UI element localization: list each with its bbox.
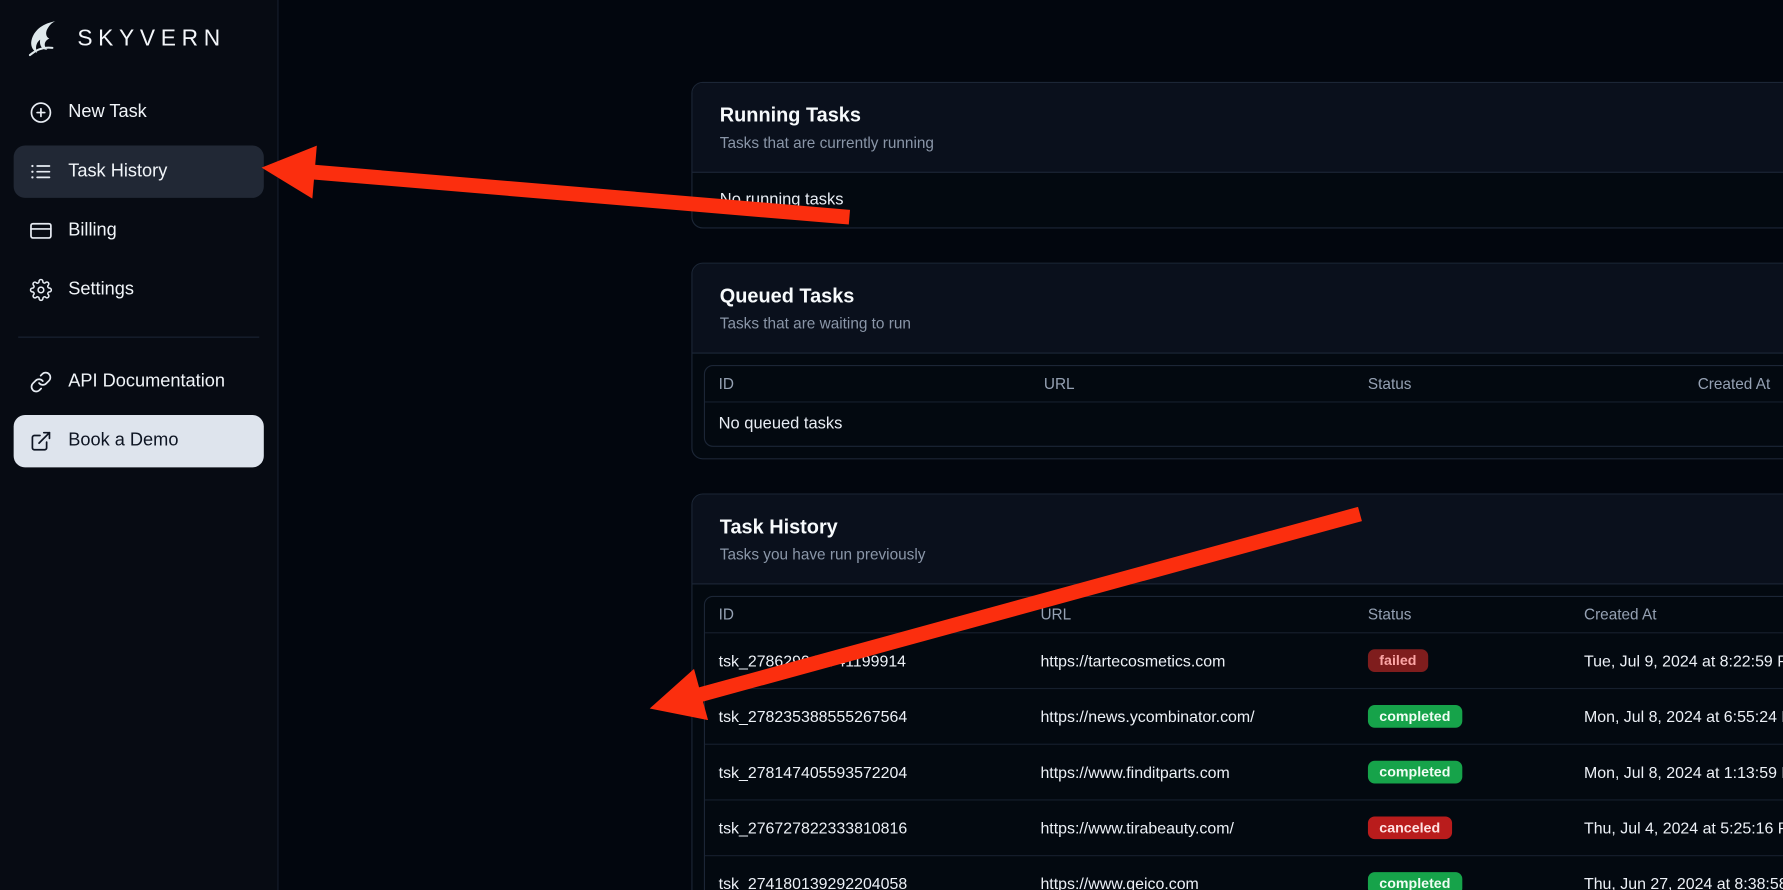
table-row[interactable]: tsk_278147405593572204 https://www.findi… <box>705 744 1783 800</box>
task-id: tsk_274180139292204058 <box>705 859 1027 890</box>
external-link-icon <box>30 430 53 453</box>
table-row[interactable]: tsk_276727822333810816 https://www.tirab… <box>705 799 1783 855</box>
task-history-table: ID URL Status Created At tsk_27862904374… <box>704 596 1783 890</box>
column-header-created-at: Created At <box>1684 366 1783 401</box>
task-url: https://news.ycombinator.com/ <box>1027 691 1354 741</box>
queued-tasks-empty-message: No queued tasks <box>705 401 1783 445</box>
table-row[interactable]: tsk_278629043741199914 https://tartecosm… <box>705 632 1783 688</box>
task-id: tsk_276727822333810816 <box>705 803 1027 853</box>
sidebar-divider <box>18 337 259 338</box>
sidebar-item-label: Task History <box>68 161 167 181</box>
sidebar-item-label: Book a Demo <box>68 431 178 451</box>
main-content: Star 5,434 R S Running Tasks Tasks that … <box>279 0 1783 890</box>
cards-container: Running Tasks Tasks that are currently r… <box>691 82 1783 890</box>
table-header-row: ID URL Status Created At <box>705 366 1783 401</box>
skyvern-app: SKYVERN New Task Task History Bi <box>0 0 1783 890</box>
sidebar-item-task-history[interactable]: Task History <box>14 146 264 198</box>
card-subtitle: Tasks that are currently running <box>720 134 1783 151</box>
sidebar: SKYVERN New Task Task History Bi <box>0 0 279 890</box>
sidebar-item-api-documentation[interactable]: API Documentation <box>14 356 264 408</box>
primary-nav: New Task Task History Billing <box>14 86 264 323</box>
task-created-at: Tue, Jul 9, 2024 at 8:22:59 PM <box>1570 636 1783 686</box>
table-row[interactable]: tsk_278235388555267564 https://news.ycom… <box>705 688 1783 744</box>
task-history-card: Task History Tasks you have run previous… <box>691 494 1783 890</box>
queued-tasks-card: Queued Tasks Tasks that are waiting to r… <box>691 263 1783 460</box>
task-id: tsk_278147405593572204 <box>705 747 1027 797</box>
status-badge: completed <box>1368 872 1462 890</box>
queued-tasks-table: ID URL Status Created At No queued tasks <box>704 365 1783 447</box>
sidebar-item-book-a-demo[interactable]: Book a Demo <box>14 415 264 467</box>
list-icon <box>30 160 53 183</box>
task-created-at: Mon, Jul 8, 2024 at 6:55:24 PM <box>1570 691 1783 741</box>
task-url: https://www.finditparts.com <box>1027 747 1354 797</box>
column-header-url: URL <box>1027 597 1354 632</box>
skyvern-logo[interactable]: SKYVERN <box>14 16 264 87</box>
running-tasks-card: Running Tasks Tasks that are currently r… <box>691 82 1783 229</box>
sidebar-item-new-task[interactable]: New Task <box>14 86 264 138</box>
sidebar-item-label: New Task <box>68 102 147 122</box>
sidebar-item-billing[interactable]: Billing <box>14 205 264 257</box>
running-tasks-header: Running Tasks Tasks that are currently r… <box>692 83 1782 173</box>
logo-text: SKYVERN <box>77 26 225 52</box>
column-header-id: ID <box>705 366 1030 401</box>
card-subtitle: Tasks you have run previously <box>720 546 1783 563</box>
card-title: Queued Tasks <box>720 284 1783 308</box>
task-id: tsk_278235388555267564 <box>705 691 1027 741</box>
gear-icon <box>30 279 53 302</box>
link-icon <box>30 371 53 394</box>
task-url: https://www.geico.com <box>1027 859 1354 890</box>
plus-circle-icon <box>30 101 53 124</box>
secondary-nav: API Documentation Book a Demo <box>14 356 264 474</box>
task-history-header: Task History Tasks you have run previous… <box>692 495 1782 585</box>
column-header-status: Status <box>1354 597 1570 632</box>
table-row[interactable]: tsk_274180139292204058 https://www.geico… <box>705 855 1783 890</box>
sidebar-item-label: API Documentation <box>68 372 225 392</box>
table-header-row: ID URL Status Created At <box>705 597 1783 632</box>
credit-card-icon <box>30 219 53 242</box>
status-badge: completed <box>1368 705 1462 728</box>
column-header-url: URL <box>1030 366 1354 401</box>
sidebar-item-label: Settings <box>68 280 134 300</box>
task-id: tsk_278629043741199914 <box>705 636 1027 686</box>
running-tasks-empty-message: No running tasks <box>692 173 1782 228</box>
task-created-at: Mon, Jul 8, 2024 at 1:13:59 PM <box>1570 747 1783 797</box>
task-created-at: Thu, Jul 4, 2024 at 5:25:16 PM <box>1570 803 1783 853</box>
card-subtitle: Tasks that are waiting to run <box>720 315 1783 332</box>
status-badge: canceled <box>1368 816 1452 839</box>
card-title: Task History <box>720 515 1783 539</box>
column-header-status: Status <box>1354 366 1684 401</box>
queued-tasks-header: Queued Tasks Tasks that are waiting to r… <box>692 264 1782 354</box>
card-title: Running Tasks <box>720 103 1783 127</box>
task-url: https://www.tirabeauty.com/ <box>1027 803 1354 853</box>
task-created-at: Thu, Jun 27, 2024 at 8:38:58 PM <box>1570 859 1783 890</box>
column-header-created-at: Created At <box>1570 597 1783 632</box>
column-header-id: ID <box>705 597 1027 632</box>
sidebar-item-settings[interactable]: Settings <box>14 264 264 316</box>
status-badge: completed <box>1368 761 1462 784</box>
sidebar-item-label: Billing <box>68 221 117 241</box>
skyvern-dragon-icon <box>20 18 65 59</box>
status-badge: failed <box>1368 649 1428 672</box>
task-url: https://tartecosmetics.com <box>1027 636 1354 686</box>
